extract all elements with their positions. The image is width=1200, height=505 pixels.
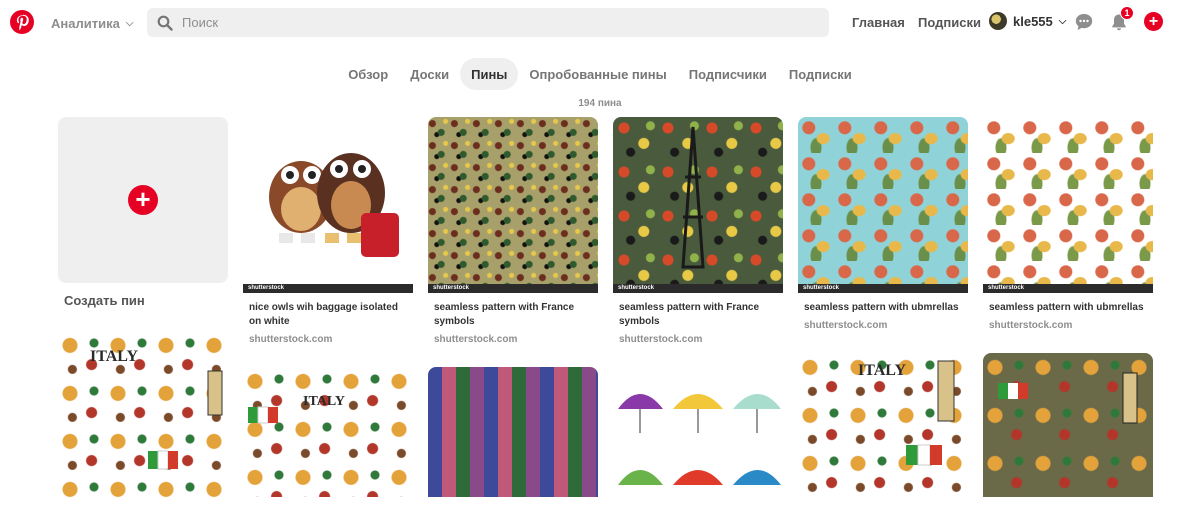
tab-boards[interactable]: Доски <box>399 58 460 90</box>
pin-image-umbrellas-blue[interactable]: shutterstock <box>798 117 968 293</box>
username-label: kle555 <box>1013 13 1053 29</box>
chevron-down-icon: ⌵ <box>1058 15 1067 27</box>
watermark-bar: shutterstock <box>243 284 413 293</box>
pin-image-umbrellas[interactable] <box>613 367 783 497</box>
create-plus-button[interactable]: + <box>1144 12 1163 31</box>
tab-following[interactable]: Подписки <box>778 58 863 90</box>
pin-title[interactable]: seamless pattern with ubmrellas <box>804 301 962 315</box>
watermark-bar: shutterstock <box>798 284 968 293</box>
pin-column-5: shutterstock seamless pattern with ubmre… <box>798 117 968 497</box>
watermark-text: shutterstock <box>618 285 655 291</box>
pin-image-umbrellas-white[interactable]: shutterstock <box>983 117 1153 293</box>
chevron-down-icon: ⌵ <box>125 17 134 29</box>
messages-icon[interactable] <box>1074 12 1094 32</box>
pin-image-owls[interactable]: shutterstock <box>243 117 413 293</box>
pin-title[interactable]: seamless pattern with France symbols <box>619 301 777 329</box>
pin-image-france-pattern[interactable]: shutterstock <box>613 117 783 293</box>
pin-title[interactable]: seamless pattern with France symbols <box>434 301 592 329</box>
pin-column-3: shutterstock seamless pattern with Franc… <box>428 117 598 497</box>
pin-count: 194 пина <box>578 98 622 109</box>
top-nav-bar: Аналитика ⌵ Главная Подписки kle555 ⌵ 1 … <box>0 0 1200 46</box>
pin-image-italy-pattern[interactable]: ITALY <box>798 353 968 497</box>
watermark-text: shutterstock <box>433 285 470 291</box>
nav-home-link[interactable]: Главная <box>852 15 905 30</box>
pin-image-italy-pattern[interactable]: ITALY <box>243 367 413 497</box>
analytics-menu[interactable]: Аналитика ⌵ <box>51 13 133 33</box>
notification-badge: 1 <box>1120 6 1134 20</box>
watermark-bar: shutterstock <box>983 284 1153 293</box>
pin-title[interactable]: seamless pattern with ubmrellas <box>989 301 1147 315</box>
pin-column-6: shutterstock seamless pattern with ubmre… <box>983 117 1153 497</box>
create-pin-card[interactable]: + <box>58 117 228 283</box>
tab-pins[interactable]: Пины <box>460 58 519 90</box>
profile-tabs: Обзор Доски Пины Опробованные пины Подпи… <box>0 58 1200 92</box>
pin-column-4: shutterstock seamless pattern with Franc… <box>613 117 783 497</box>
watermark-bar: shutterstock <box>613 284 783 293</box>
pin-title[interactable]: nice owls wih baggage isolated on white <box>249 301 407 329</box>
watermark-bar: shutterstock <box>428 284 598 293</box>
watermark-text: shutterstock <box>988 285 1025 291</box>
search-bar[interactable] <box>147 8 829 37</box>
avatar <box>989 12 1007 30</box>
user-profile-menu[interactable]: kle555 ⌵ <box>989 12 1066 30</box>
pin-column-1: + Создать пин ITALY <box>58 117 228 502</box>
pin-image-italy-olive-pattern[interactable] <box>983 353 1153 497</box>
analytics-label: Аналитика <box>51 15 120 31</box>
pin-source[interactable]: shutterstock.com <box>434 334 592 345</box>
pin-source[interactable]: shutterstock.com <box>619 334 777 345</box>
tab-overview[interactable]: Обзор <box>337 58 399 90</box>
watermark-text: shutterstock <box>803 285 840 291</box>
add-plus-icon[interactable]: + <box>128 185 158 215</box>
italy-text: ITALY <box>90 348 138 365</box>
tab-tried-pins[interactable]: Опробованные пины <box>518 58 677 90</box>
search-icon <box>157 15 173 31</box>
pin-image-fabric-squares[interactable] <box>428 367 598 497</box>
pin-image-france-pattern[interactable]: shutterstock <box>428 117 598 293</box>
search-input[interactable] <box>182 15 802 30</box>
nav-following-link[interactable]: Подписки <box>918 15 981 30</box>
pin-source[interactable]: shutterstock.com <box>804 320 962 331</box>
pin-image-italy-pattern[interactable]: ITALY <box>58 331 228 502</box>
pin-column-2: shutterstock nice owls wih baggage isola… <box>243 117 413 497</box>
italy-text: ITALY <box>303 394 345 409</box>
pin-source[interactable]: shutterstock.com <box>249 334 407 345</box>
pinterest-logo-icon[interactable] <box>10 10 34 34</box>
pin-source[interactable]: shutterstock.com <box>989 320 1147 331</box>
tab-followers[interactable]: Подписчики <box>678 58 778 90</box>
watermark-text: shutterstock <box>248 285 285 291</box>
italy-text: ITALY <box>858 362 906 379</box>
create-pin-label: Создать пин <box>64 293 145 308</box>
